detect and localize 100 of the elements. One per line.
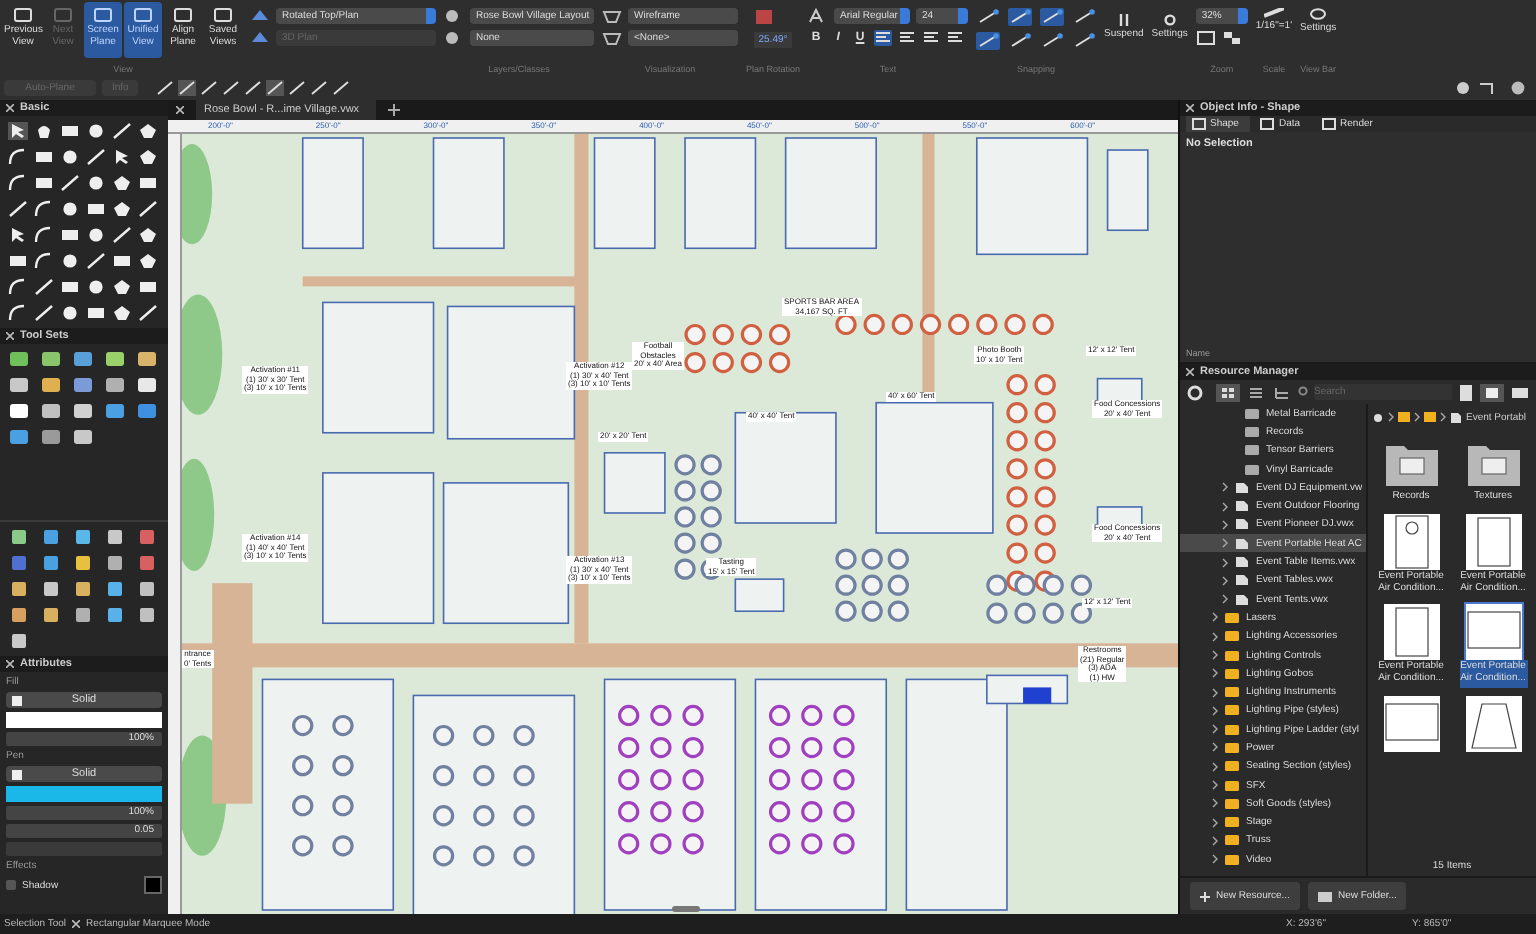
mode-icon[interactable] — [178, 80, 197, 97]
tool-set-icon[interactable] — [40, 376, 62, 394]
tool-icon[interactable] — [104, 606, 126, 624]
tool-set-icon[interactable] — [72, 428, 94, 446]
tool-icon[interactable] — [72, 606, 94, 624]
shadow-checkbox[interactable] — [6, 880, 16, 890]
tool-set-icon[interactable] — [8, 350, 30, 368]
line-icon[interactable] — [34, 278, 54, 296]
close-icon[interactable] — [1186, 104, 1194, 112]
grid-view-icon[interactable] — [1216, 383, 1240, 401]
rect-icon[interactable] — [138, 174, 158, 192]
tool-set-icon[interactable] — [136, 350, 158, 368]
tool-set-icon[interactable] — [40, 402, 62, 420]
tool-icon[interactable] — [136, 528, 158, 546]
close-icon[interactable] — [176, 106, 184, 114]
tool-icon[interactable] — [136, 580, 158, 598]
circle-icon[interactable] — [86, 122, 106, 140]
tool-icon[interactable] — [8, 606, 30, 624]
fit-icon[interactable] — [1195, 30, 1216, 46]
line-icon[interactable] — [86, 148, 106, 166]
film-icon[interactable] — [1458, 383, 1474, 401]
close-icon[interactable] — [72, 920, 81, 928]
tree-view-icon[interactable] — [1272, 383, 1292, 401]
close-icon[interactable] — [6, 104, 14, 112]
tool-icon[interactable] — [104, 580, 126, 598]
tool-icon[interactable] — [136, 554, 158, 572]
tool-icon[interactable] — [8, 528, 30, 546]
close-icon[interactable] — [6, 660, 14, 668]
tool-set-icon[interactable] — [104, 376, 126, 394]
tool-icon[interactable] — [104, 528, 126, 546]
add-tab-icon[interactable] — [387, 104, 400, 116]
circle-icon[interactable] — [60, 148, 80, 166]
circle-icon[interactable] — [86, 226, 106, 244]
circle-icon[interactable] — [60, 304, 80, 322]
swatch-icon — [12, 769, 22, 779]
scrollbar-handle[interactable] — [672, 906, 700, 912]
snap-icon[interactable] — [1008, 8, 1033, 26]
split-pane-icon[interactable] — [1510, 383, 1530, 401]
tool-icon[interactable] — [40, 606, 62, 624]
circle-icon[interactable] — [86, 278, 106, 296]
line-icon[interactable] — [60, 174, 80, 192]
circle-icon[interactable] — [60, 200, 80, 218]
close-icon[interactable] — [6, 332, 14, 340]
render-icon[interactable] — [1454, 80, 1472, 97]
settings-icon — [1163, 14, 1176, 26]
tool-icon[interactable] — [72, 528, 94, 546]
line-icon[interactable] — [8, 200, 28, 218]
line-icon[interactable] — [138, 200, 158, 218]
tool-icon[interactable] — [40, 528, 62, 546]
tool-icon[interactable] — [8, 632, 30, 650]
rect-icon[interactable] — [8, 252, 28, 270]
search-icon — [1298, 386, 1310, 398]
snap-icon[interactable] — [976, 8, 1001, 26]
tool-icon[interactable] — [8, 580, 30, 598]
mode-icon[interactable] — [266, 80, 285, 97]
tool-set-icon[interactable] — [72, 402, 94, 420]
tool-icon[interactable] — [72, 554, 94, 572]
tool-set-icon[interactable] — [136, 376, 158, 394]
line-icon[interactable] — [138, 304, 158, 322]
single-pane-icon[interactable] — [1480, 383, 1504, 401]
snap-icon[interactable] — [976, 32, 1001, 50]
line-icon[interactable] — [112, 226, 132, 244]
circle-icon[interactable] — [60, 252, 80, 270]
tool-icon[interactable] — [40, 580, 62, 598]
mode-icon[interactable] — [156, 80, 175, 97]
tool-set-icon[interactable] — [8, 402, 30, 420]
list-view-icon[interactable] — [1246, 383, 1266, 401]
snap-icon[interactable] — [1040, 32, 1065, 50]
tool-icon[interactable] — [40, 554, 62, 572]
align-lines-icon — [900, 32, 915, 44]
line-icon[interactable] — [112, 122, 132, 140]
line-icon[interactable] — [86, 252, 106, 270]
tool-set-icon[interactable] — [40, 350, 62, 368]
folder-icon — [1398, 411, 1410, 423]
pointer-icon[interactable] — [8, 122, 28, 140]
tool-set-icon[interactable] — [8, 376, 30, 394]
align-button[interactable] — [898, 30, 917, 46]
shadow-color-swatch[interactable] — [144, 876, 162, 894]
snap-icon[interactable] — [1072, 32, 1097, 50]
tool-set-icon[interactable] — [104, 350, 126, 368]
close-icon[interactable] — [1186, 368, 1194, 376]
align-button[interactable] — [874, 30, 893, 46]
folder-icon — [1424, 411, 1436, 423]
pen-color-swatch[interactable] — [6, 786, 162, 802]
align-button[interactable] — [922, 30, 941, 46]
snap-icon[interactable] — [1008, 32, 1033, 50]
zoom-region-icon[interactable] — [1221, 30, 1242, 46]
tool-icon[interactable] — [104, 554, 126, 572]
fill-color-swatch[interactable] — [6, 712, 162, 728]
pointer-icon[interactable] — [112, 148, 132, 166]
resource-thumbnail — [1383, 695, 1439, 752]
line-icon[interactable] — [34, 304, 54, 322]
align-button[interactable] — [946, 30, 965, 46]
tent-drawing — [1096, 377, 1143, 404]
pointer-icon[interactable] — [8, 226, 28, 244]
circle-icon[interactable] — [86, 174, 106, 192]
snap-icon[interactable] — [1040, 8, 1065, 26]
tool-icon[interactable] — [136, 606, 158, 624]
snap-icon[interactable] — [1072, 8, 1097, 26]
tool-icon[interactable] — [72, 580, 94, 598]
